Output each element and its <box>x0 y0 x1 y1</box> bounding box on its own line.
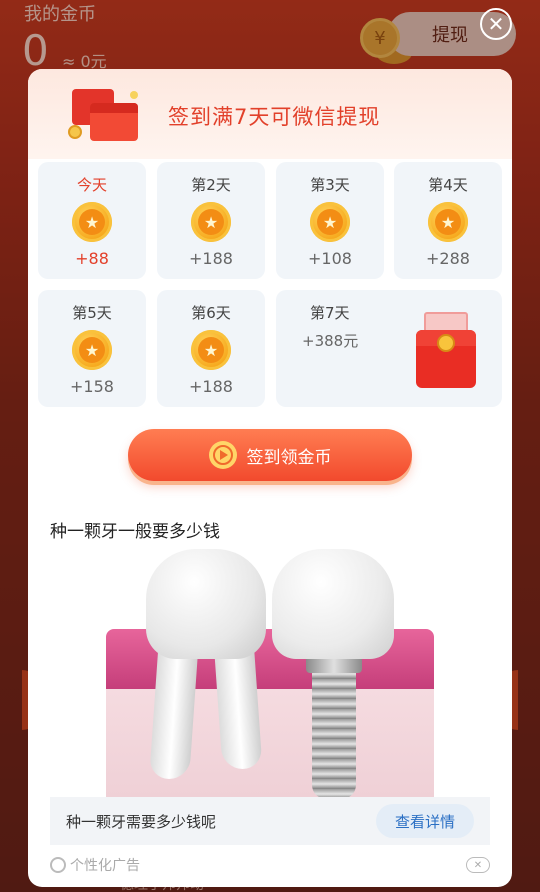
day-label: 第6天 <box>191 304 231 322</box>
dental-implant-image[interactable] <box>106 549 434 799</box>
play-icon <box>208 441 237 469</box>
natural-tooth-illustration <box>146 549 266 779</box>
red-packet-icon <box>416 310 476 388</box>
day-reward: +108 <box>308 249 352 268</box>
day-reward: +158 <box>70 377 114 396</box>
ad-description: 种一颗牙需要多少钱呢 <box>66 813 217 831</box>
checkin-button-label: 签到领金币 <box>246 447 332 468</box>
gold-coin-icon: ★ <box>191 202 231 242</box>
day-reward: +188 <box>189 249 233 268</box>
day-label: 第2天 <box>191 176 231 194</box>
day-card-4[interactable]: 第4天 ★ +288 <box>394 162 502 279</box>
gold-coin-icon: ★ <box>191 330 231 370</box>
red-envelope-icon <box>68 87 140 141</box>
day-label: 今天 <box>76 176 107 194</box>
day-label: 第5天 <box>72 304 112 322</box>
dialog-header: 签到满7天可微信提现 <box>28 69 512 159</box>
view-details-button[interactable]: 查看详情 <box>376 804 474 838</box>
ad-close-button[interactable]: ✕ <box>466 857 490 873</box>
day-label: 第3天 <box>310 176 350 194</box>
day-label: 第4天 <box>428 176 468 194</box>
ad-info-bar[interactable]: 种一颗牙需要多少钱呢 查看详情 <box>50 797 490 845</box>
gold-coin-icon: ★ <box>310 202 350 242</box>
ad-title[interactable]: 种一颗牙一般要多少钱 <box>50 517 220 542</box>
day-card-3[interactable]: 第3天 ★ +108 <box>276 162 384 279</box>
day-card-today[interactable]: 今天 ★ +88 <box>38 162 146 279</box>
day-reward: +88 <box>75 249 109 268</box>
gold-coin-icon: ★ <box>72 330 112 370</box>
dialog-title: 签到满7天可微信提现 <box>168 105 381 129</box>
day-reward: +388元 <box>302 332 359 350</box>
day-card-2[interactable]: 第2天 ★ +188 <box>157 162 265 279</box>
checkin-dialog: 签到满7天可微信提现 今天 ★ +88 第2天 ★ +188 第3天 ★ +10… <box>28 69 512 887</box>
ad-tag-label: 个性化广告 <box>70 858 140 874</box>
checkin-button[interactable]: 签到领金币 <box>128 429 412 481</box>
ad-info-icon <box>50 857 66 873</box>
gold-coin-icon: ★ <box>72 202 112 242</box>
day-label: 第7天 <box>310 304 350 322</box>
close-icon: ✕ <box>487 12 505 36</box>
implant-screw-illustration <box>312 669 356 799</box>
day-card-6[interactable]: 第6天 ★ +188 <box>157 290 265 407</box>
close-icon: ✕ <box>473 859 483 871</box>
personalized-ad-tag: 个性化广告 <box>50 855 140 875</box>
day-card-5[interactable]: 第5天 ★ +158 <box>38 290 146 407</box>
day-reward: +288 <box>426 249 470 268</box>
day-card-7[interactable]: 第7天 +388元 <box>276 290 502 407</box>
implant-crown-illustration <box>272 549 394 659</box>
gold-coin-icon: ★ <box>428 202 468 242</box>
day-reward: +188 <box>189 377 233 396</box>
close-dialog-button[interactable]: ✕ <box>480 8 512 40</box>
